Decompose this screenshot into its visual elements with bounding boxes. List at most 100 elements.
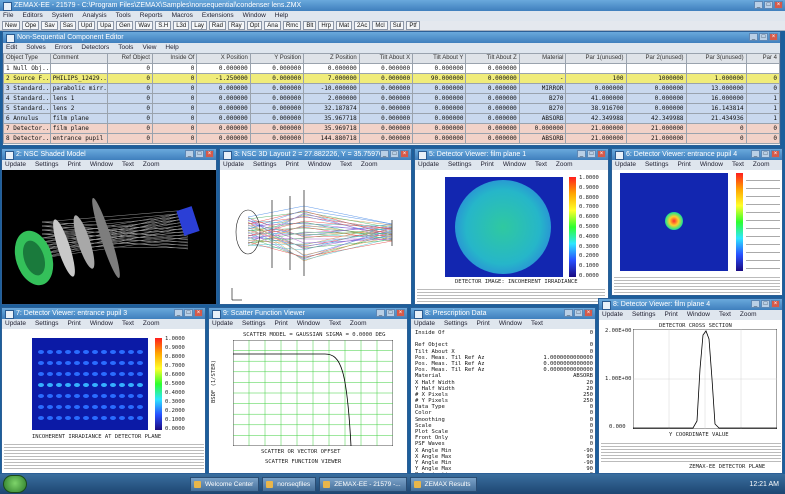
table-cell[interactable]: 42.349988 (565, 113, 627, 124)
table-cell[interactable]: 1 (745, 93, 780, 104)
menu-print[interactable]: Print (677, 161, 690, 168)
table-cell[interactable]: 0.000000 (249, 73, 305, 84)
menu-item-macros[interactable]: Macros (172, 12, 193, 19)
menu-text[interactable]: Text (535, 161, 547, 168)
det1-title-bar[interactable]: 5: Detector Viewer: film plane 1 _ □ × (415, 149, 608, 160)
table-cell[interactable]: 0.000000 (358, 133, 414, 144)
table-cell[interactable]: 0.000000 (249, 113, 305, 124)
maximize-icon[interactable]: □ (764, 1, 773, 9)
menu-window[interactable]: Window (503, 161, 526, 168)
table-cell[interactable]: 0.000000 (358, 103, 414, 114)
table-cell[interactable]: 0 (107, 73, 153, 84)
menu-text[interactable]: Text (122, 320, 134, 327)
table-cell[interactable]: 0.000000 (249, 133, 305, 144)
table-cell[interactable]: ABSORB (518, 133, 567, 144)
table-cell[interactable]: 0.000000 (358, 63, 414, 74)
table-cell[interactable]: 35.967718 (303, 113, 360, 124)
minimize-icon[interactable]: _ (754, 1, 763, 9)
toolbar-button-sav[interactable]: Sav (41, 21, 58, 30)
table-cell[interactable]: 0.000000 (196, 103, 251, 114)
taskbar-item[interactable]: nonseqfiles (262, 476, 317, 492)
table-cell[interactable]: 100 (565, 73, 627, 84)
scatter-menu-text[interactable]: Text (329, 320, 341, 327)
nsc-menu-help[interactable]: Help (165, 44, 178, 51)
table-cell[interactable]: 0 (151, 73, 198, 84)
table-cell[interactable]: 0.000000 (358, 123, 414, 134)
det3-title-bar[interactable]: 7: Detector Viewer: entrance pupil 3 _ □ × (2, 308, 205, 319)
table-cell[interactable]: 0.000000 (465, 93, 520, 104)
table-cell[interactable] (745, 63, 780, 74)
table-cell[interactable]: 0.000000 (412, 93, 467, 104)
taskbar-item[interactable]: ZEMAX Results (409, 476, 477, 492)
table-cell[interactable]: 35.969718 (303, 123, 360, 134)
table-header-4[interactable]: X Position (196, 53, 251, 64)
table-cell[interactable]: 7 Detector... (3, 123, 51, 134)
table-cell[interactable]: 0 (745, 133, 780, 144)
table-cell[interactable]: 21.000000 (565, 133, 627, 144)
presc-menu-settings[interactable]: Settings (444, 320, 468, 327)
table-header-9[interactable]: Tilt About Z (465, 53, 520, 64)
menu-window[interactable]: Window (90, 320, 113, 327)
det4-plot[interactable] (633, 329, 777, 429)
table-cell[interactable]: 0.000000 (465, 83, 520, 94)
table-header-8[interactable]: Tilt About Y (412, 53, 467, 64)
menu-item-extensions[interactable]: Extensions (202, 12, 234, 19)
table-header-7[interactable]: Tilt About X (358, 53, 414, 64)
maximize-icon[interactable]: □ (761, 150, 770, 158)
layout-3d-render[interactable] (220, 170, 411, 304)
toolbar-button-s.h[interactable]: S.H (155, 21, 172, 30)
table-cell[interactable]: 16.143814 (685, 103, 747, 114)
menu-item-tools[interactable]: Tools (116, 12, 131, 19)
table-cell[interactable]: 0.000000 (412, 133, 467, 144)
table-cell[interactable]: 0.000000 (625, 103, 687, 114)
menu-text[interactable]: Text (122, 161, 134, 168)
table-cell[interactable]: 0.000000 (518, 123, 567, 134)
table-cell[interactable]: 0.000000 (465, 63, 520, 74)
table-cell[interactable]: 0.000000 (465, 123, 520, 134)
table-cell[interactable]: 0.000000 (196, 113, 251, 124)
maximize-icon[interactable]: □ (761, 300, 770, 308)
table-cell[interactable]: 90.000000 (412, 73, 467, 84)
menu-print[interactable]: Print (67, 161, 80, 168)
table-cell[interactable]: 0.000000 (358, 93, 414, 104)
toolbar-button-ope[interactable]: Ope (22, 21, 40, 30)
table-cell[interactable]: 21.000000 (625, 133, 687, 144)
table-cell[interactable]: 0.000000 (412, 83, 467, 94)
toolbar-button-wav[interactable]: Wav (135, 21, 154, 30)
nsc-menu-detectors[interactable]: Detectors (81, 44, 109, 51)
menu-update[interactable]: Update (602, 311, 623, 318)
scatter-menu-update[interactable]: Update (212, 320, 233, 327)
table-cell[interactable]: 8 Detector... (3, 133, 51, 144)
table-cell[interactable]: 1 (745, 103, 780, 114)
toolbar-button-gen[interactable]: Gen (116, 21, 134, 30)
table-cell[interactable]: 16.000000 (685, 93, 747, 104)
table-cell[interactable]: 0 (151, 123, 198, 134)
table-cell[interactable]: 7.000000 (303, 73, 360, 84)
maximize-icon[interactable]: □ (184, 309, 193, 317)
toolbar-button-opt[interactable]: Opt (246, 21, 263, 30)
menu-update[interactable]: Update (5, 161, 26, 168)
minimize-icon[interactable]: _ (376, 309, 385, 317)
table-header-0[interactable]: Object Type (3, 53, 51, 64)
table-cell[interactable]: MIRROR (518, 83, 567, 94)
menu-window[interactable]: Window (700, 161, 723, 168)
presc-menu-print[interactable]: Print (476, 320, 489, 327)
table-cell[interactable]: 1 Null Obj... (3, 63, 51, 74)
table-row[interactable]: 7 Detector... film plane 0 0 0.000000 0.00000… (3, 123, 780, 134)
presc-menu-update[interactable]: Update (414, 320, 435, 327)
layout-title-bar[interactable]: 3: NSC 3D Layout 2 = 27.882226, Y = 35.7… (220, 149, 411, 160)
table-cell[interactable]: 0 (745, 73, 780, 84)
table-cell[interactable]: 0.000000 (249, 123, 305, 134)
minimize-icon[interactable]: _ (174, 309, 183, 317)
toolbar-button-new[interactable]: New (2, 21, 21, 30)
menu-text[interactable]: Text (719, 311, 731, 318)
table-cell[interactable]: 5 Standard... (3, 103, 51, 114)
maximize-icon[interactable]: □ (759, 33, 768, 41)
table-cell[interactable] (565, 63, 627, 74)
menu-zoom[interactable]: Zoom (143, 161, 160, 168)
table-cell[interactable]: film plane (49, 113, 109, 124)
menu-zoom[interactable]: Zoom (740, 311, 757, 318)
table-cell[interactable]: 0.000000 (412, 103, 467, 114)
close-icon[interactable]: × (769, 33, 778, 41)
menu-zoom[interactable]: Zoom (556, 161, 573, 168)
